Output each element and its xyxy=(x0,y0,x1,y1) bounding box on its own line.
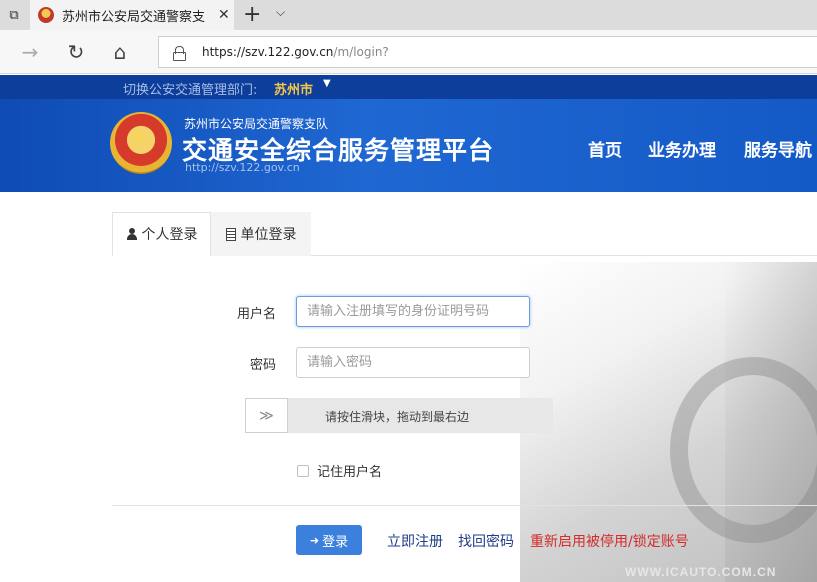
police-emblem-favicon-icon xyxy=(38,7,54,23)
recover-password-link[interactable]: 找回密码 xyxy=(458,531,514,551)
lock-icon xyxy=(173,45,186,61)
browser-tab-strip: ⧉ 苏州市公安局交通警察支 ✕ + ⌵ xyxy=(0,0,817,30)
caret-down-icon[interactable]: ▼ xyxy=(323,78,331,89)
url-text: https://szv.122.gov.cn/m/login? xyxy=(202,45,389,59)
user-icon xyxy=(126,228,138,240)
slider-handle[interactable]: ≫ xyxy=(245,398,288,433)
nav-business[interactable]: 业务办理 xyxy=(648,136,716,161)
remember-username[interactable]: 记住用户名 xyxy=(297,461,382,480)
sign-in-icon: ➜ xyxy=(309,533,320,547)
url-path: /m/login? xyxy=(333,45,389,59)
tab-personal-login[interactable]: 个人登录 xyxy=(112,212,211,256)
tab-title: 苏州市公安局交通警察支 xyxy=(62,9,206,25)
refresh-icon[interactable]: ↻ xyxy=(62,38,90,66)
tab-unit-label: 单位登录 xyxy=(240,227,297,243)
browser-toolbar: → ↻ ⌂ https://szv.122.gov.cn/m/login? xyxy=(0,30,817,74)
home-icon[interactable]: ⌂ xyxy=(106,38,134,66)
building-icon xyxy=(225,227,236,241)
browser-tab[interactable]: 苏州市公安局交通警察支 ✕ xyxy=(30,0,234,30)
switch-department-label: 切换公安交通管理部门: xyxy=(123,83,258,98)
new-tab-button[interactable]: + xyxy=(243,2,261,28)
login-type-tabs: 个人登录 单位登录 xyxy=(112,212,817,256)
tab-list-chevron-icon[interactable]: ⌵ xyxy=(276,5,285,20)
address-bar[interactable]: https://szv.122.gov.cn/m/login? xyxy=(158,36,817,68)
login-button-label: 登录 xyxy=(322,534,349,550)
url-host: https://szv.122.gov.cn xyxy=(202,45,334,59)
nav-home[interactable]: 首页 xyxy=(588,136,622,161)
divider xyxy=(112,505,817,506)
site-url: http://szv.122.gov.cn xyxy=(185,161,300,174)
site-banner: 苏州市公安局交通警察支队 交通安全综合服务管理平台 http://szv.122… xyxy=(0,99,817,192)
username-input[interactable] xyxy=(296,296,530,327)
remember-checkbox[interactable] xyxy=(297,464,309,477)
tab-personal-label: 个人登录 xyxy=(141,227,198,243)
slider-instruction: 请按住滑块，拖动到最右边 xyxy=(325,410,470,424)
close-tab-icon[interactable]: ✕ xyxy=(218,7,230,23)
password-input[interactable] xyxy=(296,347,530,378)
reactivate-account-link[interactable]: 重新启用被停用/锁定账号 xyxy=(530,531,689,551)
password-label: 密码 xyxy=(249,358,276,373)
site-subtitle: 苏州市公安局交通警察支队 xyxy=(184,117,329,131)
department-city-selector[interactable]: 苏州市 xyxy=(274,79,313,98)
username-label: 用户名 xyxy=(236,307,276,322)
slide-captcha: ≫ 请按住滑块，拖动到最右边 xyxy=(245,398,553,433)
police-emblem-logo xyxy=(110,112,172,174)
register-link[interactable]: 立即注册 xyxy=(387,531,443,551)
watermark: WWW.ICAUTO.COM.CN xyxy=(625,565,777,579)
login-button[interactable]: ➜ 登录 xyxy=(296,525,362,555)
back-arrow-icon[interactable]: → xyxy=(16,38,44,66)
department-switch-bar: 切换公安交通管理部门: 苏州市 ▼ xyxy=(0,75,817,99)
nav-service-guide[interactable]: 服务导航 xyxy=(744,136,812,161)
tab-unit-login[interactable]: 单位登录 xyxy=(211,212,311,256)
tab-actions-icon[interactable]: ⧉ xyxy=(0,0,28,30)
remember-label: 记住用户名 xyxy=(317,465,383,480)
